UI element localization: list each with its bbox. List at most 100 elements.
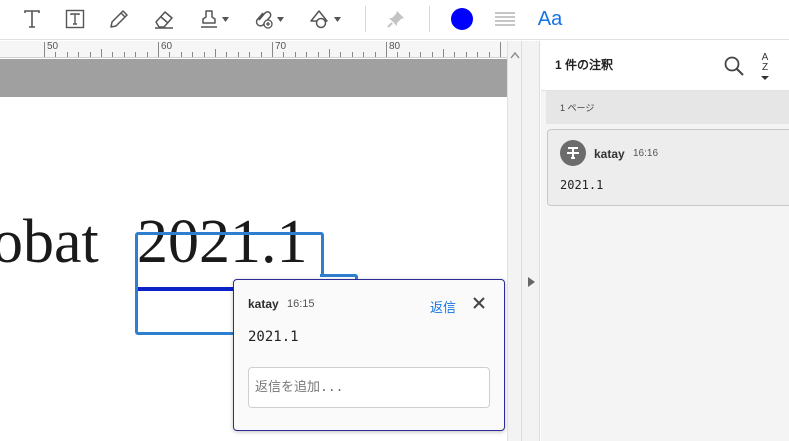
- ruler-tick: [215, 49, 216, 57]
- search-icon[interactable]: [723, 55, 745, 77]
- ruler-tick: [203, 52, 205, 57]
- stamp-icon: [200, 10, 217, 28]
- comment-count-title: 1 件の注釈: [555, 58, 614, 72]
- text-box-icon: [65, 9, 85, 29]
- pin-tool[interactable]: [384, 5, 408, 33]
- comment-author: katay: [594, 147, 625, 161]
- chevron-down-icon: [276, 16, 284, 22]
- font-properties-button[interactable]: Aa: [535, 5, 565, 33]
- annotation-toolbar: Aa: [0, 0, 789, 40]
- document-text: obat: [0, 208, 99, 276]
- ruler-tick: [66, 52, 68, 57]
- ruler-tick: [237, 52, 239, 57]
- text-icon: [24, 10, 40, 28]
- ruler-tick: [272, 42, 273, 57]
- ruler-tick: [306, 52, 308, 57]
- ruler-tick: [477, 52, 479, 57]
- ruler-tick: [294, 52, 296, 57]
- ruler-tick: [329, 49, 330, 57]
- ruler-tick: [454, 52, 456, 57]
- chevron-down-icon: [333, 16, 341, 22]
- stamp-tool[interactable]: [195, 5, 231, 33]
- ruler-tick: [112, 52, 114, 57]
- ruler-tick: [249, 52, 251, 57]
- panel-header: 1 件の注釈 A Z: [541, 41, 789, 91]
- sort-arrow-icon: [761, 76, 769, 80]
- ruler-tick: [192, 52, 194, 57]
- comment-popup: katay 16:15 返信 2021.1 返信を追加...: [233, 279, 505, 431]
- line-weight-icon: [495, 12, 515, 26]
- shapes-tool[interactable]: [306, 5, 342, 33]
- font-label: Aa: [537, 7, 563, 30]
- ruler-label: 70: [275, 41, 287, 52]
- eraser-tool[interactable]: [150, 5, 178, 33]
- ruler-tick: [374, 52, 376, 57]
- add-text-box-tool[interactable]: [63, 5, 87, 33]
- comment-timestamp: 16:16: [633, 148, 659, 159]
- chevron-down-icon: [221, 16, 229, 22]
- color-picker-button[interactable]: [449, 5, 475, 33]
- popup-author: katay: [248, 297, 279, 311]
- pencil-icon: [110, 10, 128, 28]
- ruler-tick: [123, 52, 125, 57]
- ruler-tick: [78, 52, 80, 57]
- line-style-button[interactable]: [493, 5, 517, 33]
- page-gap: [0, 59, 507, 97]
- ruler-tick: [180, 52, 182, 57]
- panel-collapse-bar[interactable]: [521, 41, 540, 441]
- ruler-tick: [351, 52, 353, 57]
- ruler-tick: [340, 52, 342, 57]
- page-group-header[interactable]: 1 ページ: [546, 91, 789, 124]
- add-text-tool[interactable]: [20, 5, 44, 33]
- toolbar-divider: [365, 6, 366, 32]
- toolbar-divider: [429, 6, 430, 32]
- ruler-tick: [55, 52, 57, 57]
- pin-icon: [387, 11, 404, 28]
- ruler-label: 60: [161, 41, 173, 52]
- ruler-tick: [420, 52, 422, 57]
- attach-tool[interactable]: [250, 5, 286, 33]
- scroll-up-icon[interactable]: [510, 51, 520, 59]
- eraser-icon: [155, 11, 173, 29]
- ruler-tick: [397, 52, 399, 57]
- ruler-tick: [135, 52, 137, 57]
- comments-panel: 1 件の注釈 A Z 1 ページ katay 16:16 2021.1: [541, 41, 789, 441]
- color-swatch: [451, 8, 473, 30]
- ruler-label: 80: [389, 41, 401, 52]
- ruler-tick: [465, 52, 467, 57]
- popup-timestamp: 16:15: [287, 298, 315, 310]
- ruler-tick: [146, 52, 148, 57]
- close-icon[interactable]: [472, 296, 486, 310]
- ruler-tick: [431, 52, 433, 57]
- sort-label-z: Z: [761, 62, 769, 73]
- ruler: 50 60 70 80: [0, 41, 507, 58]
- strikethrough-icon: [567, 147, 579, 159]
- reply-link[interactable]: 返信: [430, 297, 456, 316]
- page-group-label: 1 ページ: [560, 103, 595, 113]
- sort-button[interactable]: A Z: [761, 53, 769, 83]
- ruler-tick: [260, 52, 262, 57]
- ruler-label: 50: [47, 41, 59, 52]
- draw-tool[interactable]: [106, 5, 132, 33]
- vertical-scrollbar[interactable]: [507, 41, 521, 441]
- ruler-tick: [500, 42, 501, 57]
- ruler-tick: [283, 52, 285, 57]
- ruler-tick: [44, 42, 45, 57]
- avatar: [560, 140, 586, 166]
- ruler-tick: [169, 52, 171, 57]
- ruler-tick: [317, 52, 319, 57]
- comment-card[interactable]: katay 16:16 2021.1: [547, 129, 789, 206]
- popup-comment-text: 2021.1: [248, 329, 299, 345]
- ruler-tick: [158, 42, 159, 57]
- chevron-right-icon[interactable]: [528, 277, 535, 287]
- ruler-tick: [443, 49, 444, 57]
- attach-icon: [255, 11, 273, 29]
- ruler-tick: [226, 52, 228, 57]
- ruler-tick: [89, 52, 91, 57]
- ruler-tick: [363, 52, 365, 57]
- shapes-icon: [309, 10, 328, 29]
- ruler-tick: [408, 52, 410, 57]
- reply-input[interactable]: 返信を追加...: [248, 367, 490, 408]
- ruler-tick: [386, 42, 387, 57]
- ruler-tick: [101, 49, 102, 57]
